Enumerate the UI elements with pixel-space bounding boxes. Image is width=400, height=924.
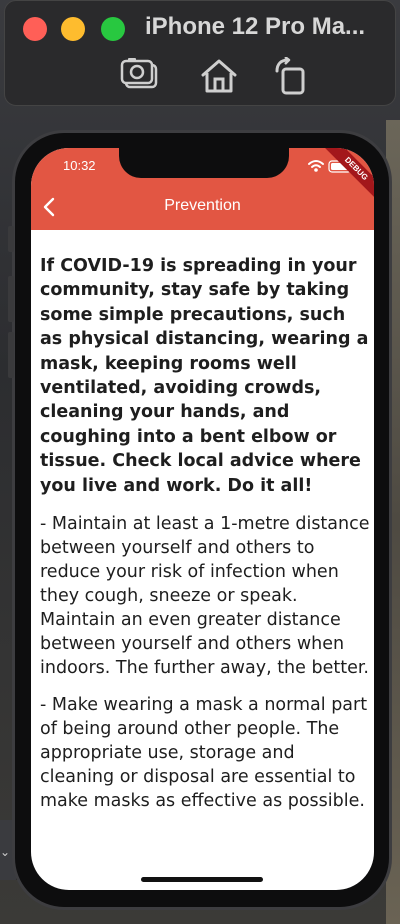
- volume-down-button: [8, 332, 14, 378]
- debug-banner: DEBUG: [322, 148, 374, 203]
- prevention-paragraph: - Maintain at least a 1-metre distance b…: [40, 514, 370, 679]
- simulator-toolbar: iPhone 12 Pro Ma...: [4, 0, 396, 106]
- home-icon[interactable]: [198, 57, 240, 95]
- close-window-button[interactable]: [23, 17, 47, 41]
- minimize-window-button[interactable]: [61, 17, 85, 41]
- home-indicator[interactable]: [141, 877, 263, 882]
- phone-screen: 10:32 DEBUG Prevention If COVID-19 is sp…: [31, 148, 374, 890]
- page-title: Prevention: [164, 197, 241, 214]
- zoom-window-button[interactable]: [101, 17, 125, 41]
- article-content: If COVID-19 is spreading in your communi…: [40, 254, 370, 826]
- volume-up-button: [8, 276, 14, 322]
- notch: [119, 148, 289, 178]
- prevention-paragraph: - Make wearing a mask a normal part of b…: [40, 695, 368, 812]
- simulator-window-title: iPhone 12 Pro Ma...: [145, 13, 366, 40]
- wifi-icon: [308, 160, 324, 172]
- rotate-icon[interactable]: [271, 56, 313, 95]
- status-time: 10:32: [63, 158, 96, 173]
- intro-paragraph: If COVID-19 is spreading in your communi…: [40, 256, 369, 496]
- mute-switch: [8, 226, 14, 252]
- app-bar: 10:32 DEBUG Prevention: [31, 148, 374, 230]
- screenshot-icon[interactable]: [119, 57, 161, 95]
